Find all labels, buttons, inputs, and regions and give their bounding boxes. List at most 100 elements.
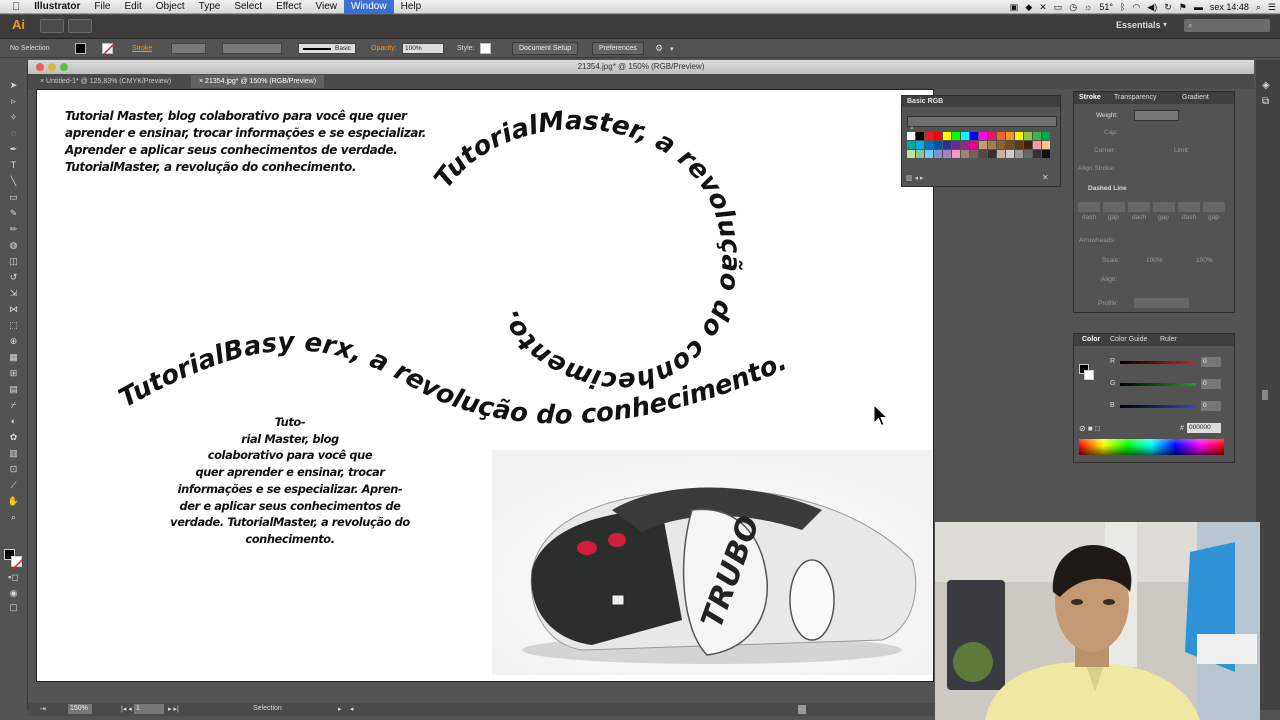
dash-gap-fields[interactable]: dash gap dash gap dash gap [1078, 202, 1234, 224]
status-menu-icon[interactable]: ▸ [338, 705, 342, 713]
apple-icon[interactable]:  [0, 0, 27, 14]
stroke-label[interactable]: Stroke [132, 45, 152, 52]
opacity-field[interactable]: 100% [402, 43, 444, 54]
symbol-sprayer-tool-icon[interactable]: ✿ [7, 432, 20, 443]
paragraph-bottom[interactable]: Tuto- rial Master, blog colaborativo par… [165, 414, 415, 548]
scale-start-value[interactable]: 100% [1146, 257, 1163, 264]
color-swatch[interactable] [943, 150, 951, 158]
swatch-library-menu-icon[interactable]: ▥ ◂ ▸ [906, 174, 924, 182]
menu-object[interactable]: Object [149, 0, 192, 14]
artboard-navigation-icon[interactable]: ⇥ [40, 705, 46, 713]
color-swatch[interactable] [934, 132, 942, 140]
tab-color[interactable]: Color [1082, 336, 1100, 343]
color-swatch[interactable] [1033, 150, 1041, 158]
bluetooth-icon[interactable]: ᛒ [1120, 2, 1125, 12]
pen-tool-icon[interactable]: ✒ [7, 144, 20, 155]
color-swatch[interactable] [1006, 141, 1014, 149]
tab-stroke[interactable]: Stroke [1079, 94, 1101, 101]
stroke-weight-field[interactable] [171, 43, 206, 54]
flag-icon[interactable]: ⚑ [1179, 2, 1187, 13]
color-swatch[interactable] [934, 150, 942, 158]
camera-icon[interactable]: ▣ [1010, 2, 1019, 13]
blend-tool-icon[interactable]: ◐ [7, 416, 20, 427]
color-swatch[interactable] [1033, 141, 1041, 149]
panel-menu-icon[interactable]: ▾ [670, 45, 674, 53]
arrange-documents-button[interactable] [68, 19, 92, 33]
color-swatch[interactable] [970, 132, 978, 140]
wifi-icon[interactable]: ◠ [1132, 2, 1140, 13]
stroke-swatch[interactable] [102, 43, 115, 56]
color-swatch[interactable] [970, 141, 978, 149]
none-white-black-icons[interactable]: ⊘ ■ □ [1079, 424, 1100, 433]
weather-icon[interactable]: ☼ [1084, 2, 1092, 12]
zoom-field[interactable]: 150% [68, 704, 92, 714]
fill-swatch[interactable] [75, 43, 86, 54]
bridge-button[interactable] [40, 19, 64, 33]
close-icon[interactable]: ✕ [1042, 173, 1049, 182]
color-swatch[interactable] [988, 150, 996, 158]
color-swatch[interactable] [916, 132, 924, 140]
selection-tool-icon[interactable]: ➤ [7, 80, 20, 91]
column-graph-tool-icon[interactable]: ▥ [7, 448, 20, 459]
color-swatch[interactable] [979, 132, 987, 140]
mesh-tool-icon[interactable]: ⊞ [7, 368, 20, 379]
zoom-tool-icon[interactable]: ⌕ [7, 512, 20, 523]
free-transform-tool-icon[interactable]: ⬚ [7, 320, 20, 331]
color-swatch[interactable] [961, 132, 969, 140]
paintbrush-tool-icon[interactable]: ✎ [7, 208, 20, 219]
artboard-tool-icon[interactable]: ⊡ [7, 464, 20, 475]
tab-color-guide[interactable]: Color Guide [1110, 336, 1147, 343]
notification-icon[interactable]: ☰ [1268, 2, 1276, 13]
swatch-grid[interactable] [907, 132, 1057, 168]
chevron-down-icon[interactable]: ▾ [1163, 20, 1167, 29]
arrange-icon[interactable]: ⚙ [655, 43, 663, 54]
horizontal-scrollbar-thumb[interactable] [798, 705, 806, 714]
airplay-icon[interactable]: ▭ [1054, 2, 1063, 13]
slice-tool-icon[interactable]: ⟋ [7, 480, 20, 491]
color-swatch[interactable] [1015, 141, 1023, 149]
eyedropper-tool-icon[interactable]: ⌿ [7, 400, 20, 411]
minimize-window-button[interactable] [48, 63, 56, 71]
clock-icon[interactable]: ◷ [1069, 2, 1077, 13]
tab-gradient[interactable]: Gradient [1182, 94, 1209, 101]
color-swatch[interactable] [961, 141, 969, 149]
screen-mode-icon[interactable]: ▢ [7, 602, 20, 613]
color-swatch[interactable] [907, 150, 915, 158]
close-icon[interactable]: × [199, 78, 203, 85]
magic-wand-tool-icon[interactable]: ✧ [7, 112, 20, 123]
scale-tool-icon[interactable]: ⇲ [7, 288, 20, 299]
color-swatch[interactable] [1006, 150, 1014, 158]
brush-definition[interactable]: Basic [298, 43, 356, 54]
tool-icon[interactable]: ✕ [1039, 2, 1047, 13]
menu-view[interactable]: View [309, 0, 345, 14]
color-swatch[interactable] [997, 132, 1005, 140]
help-search-input[interactable]: ⌕ [1184, 19, 1270, 32]
color-swatch[interactable] [997, 150, 1005, 158]
menu-effect[interactable]: Effect [269, 0, 308, 14]
clock-text[interactable]: sex 14:48 [1210, 2, 1249, 12]
spiral-text[interactable]: TutorialMaster, a revolução do conhecime… [429, 106, 746, 396]
color-swatch[interactable] [961, 150, 969, 158]
swatch-search-input[interactable]: ⌕ [907, 116, 1057, 132]
color-swatch[interactable] [979, 141, 987, 149]
tab-untitled-1[interactable]: × Untitled-1* @ 125,83% (CMYK/Preview) [32, 75, 179, 88]
menu-select[interactable]: Select [227, 0, 269, 14]
graphic-style-swatch[interactable] [480, 43, 491, 54]
stroke-weight-input[interactable] [1134, 110, 1179, 121]
layers-icon[interactable]: ◈ [1262, 80, 1270, 91]
color-swatch[interactable] [1042, 132, 1050, 140]
opacity-label[interactable]: Opacity: [371, 45, 397, 52]
hand-tool-icon[interactable]: ✋ [7, 496, 20, 507]
color-swatch[interactable] [1042, 150, 1050, 158]
color-swatch[interactable] [916, 150, 924, 158]
shape-builder-tool-icon[interactable]: ⊕ [7, 336, 20, 347]
color-swatch[interactable] [952, 132, 960, 140]
color-swatch[interactable] [979, 150, 987, 158]
eraser-tool-icon[interactable]: ◫ [7, 256, 20, 267]
menu-file[interactable]: File [87, 0, 117, 14]
spotlight-icon[interactable]: ⌕ [1256, 2, 1261, 13]
color-swatch[interactable] [916, 141, 924, 149]
channel-b-value[interactable]: 0 [1201, 401, 1221, 411]
blob-brush-tool-icon[interactable]: ◍ [7, 240, 20, 251]
line-tool-icon[interactable]: ╲ [7, 176, 20, 187]
